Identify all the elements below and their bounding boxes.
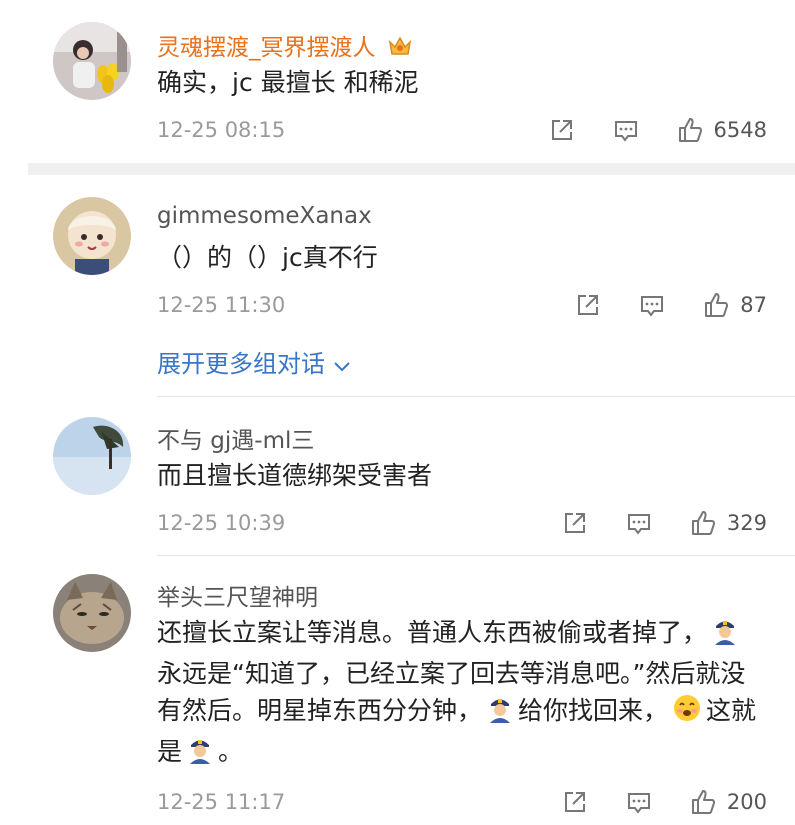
expand-thread-link[interactable]: 展开更多组对话: [157, 344, 351, 379]
avatar-photo-icon: [53, 22, 131, 100]
crown-badge-icon: [387, 34, 413, 64]
avatar[interactable]: [53, 574, 131, 652]
comment-item: 不与 gj遇-ml三 而且擅长道德绑架受害者 12-25 10:39 329: [0, 397, 795, 555]
comment-icon[interactable]: [612, 116, 640, 144]
share-icon[interactable]: [548, 116, 576, 144]
action-bar: 200: [525, 788, 767, 816]
timestamp: 12-25 11:30: [157, 293, 286, 317]
comment-meta: 12-25 11:30 87: [157, 293, 767, 323]
username[interactable]: 举头三尺望神明: [157, 578, 318, 612]
avatar[interactable]: [53, 197, 131, 275]
share-icon[interactable]: [561, 788, 589, 816]
thumbs-up-icon[interactable]: [689, 509, 717, 537]
comment-icon[interactable]: [625, 788, 653, 816]
like-count: 329: [726, 511, 767, 535]
chevron-down-icon: [333, 351, 351, 379]
share-icon[interactable]: [574, 291, 602, 319]
thumbs-up-icon[interactable]: [702, 291, 730, 319]
comment-text: 而且擅长道德绑架受害者: [157, 461, 433, 490]
comment-item: 举头三尺望神明 还擅长立案让等消息。普通人东西被偷或者掉了，永远是“知道了，已经…: [0, 556, 795, 825]
comment-text: （）的（）jc真不行: [157, 243, 378, 272]
like-count: 87: [740, 293, 767, 317]
timestamp: 12-25 08:15: [157, 118, 286, 142]
like-count: 200: [726, 790, 767, 814]
avatar-photo-icon: [53, 574, 131, 652]
comment-icon[interactable]: [625, 509, 653, 537]
comment-text: 还擅长立案让等消息。普通人东西被偷或者掉了，永远是“知道了，已经立案了回去等消息…: [157, 614, 757, 774]
smiling-face-emoji-icon: [672, 693, 702, 733]
action-bar: 329: [525, 509, 767, 537]
timestamp: 12-25 10:39: [157, 511, 286, 535]
police-officer-emoji-icon: [186, 736, 214, 774]
timestamp: 12-25 11:17: [157, 790, 286, 814]
comment-item: gimmesomeXanax （）的（）jc真不行 12-25 11:30 87: [0, 175, 795, 395]
comment-text: 确实，jc 最擅长 和稀泥: [157, 68, 419, 97]
thumbs-up-icon[interactable]: [689, 788, 717, 816]
comment-meta: 12-25 11:17 200: [157, 790, 767, 820]
avatar[interactable]: [53, 22, 131, 100]
action-bar: 87: [538, 291, 767, 319]
avatar-cartoon-icon: [53, 197, 131, 275]
avatar[interactable]: [53, 417, 131, 495]
comment-icon[interactable]: [638, 291, 666, 319]
thumbs-up-icon[interactable]: [676, 116, 704, 144]
share-icon[interactable]: [561, 509, 589, 537]
comment-meta: 12-25 10:39 329: [157, 511, 767, 541]
police-officer-emoji-icon: [711, 617, 739, 655]
username[interactable]: gimmesomeXanax: [157, 203, 372, 229]
like-count: 6548: [713, 118, 767, 142]
comment-item: 灵魂摆渡_冥界摆渡人 确实，jc 最擅长 和稀泥 12-25 08:15 654…: [0, 0, 795, 163]
comment-meta: 12-25 08:15 6548: [157, 118, 767, 148]
action-bar: 6548: [512, 116, 767, 144]
avatar-photo-icon: [53, 417, 131, 495]
username[interactable]: 不与 gj遇-ml三: [157, 421, 314, 455]
section-divider: [28, 163, 795, 175]
police-officer-emoji-icon: [486, 695, 514, 733]
username[interactable]: 灵魂摆渡_冥界摆渡人: [157, 28, 417, 64]
